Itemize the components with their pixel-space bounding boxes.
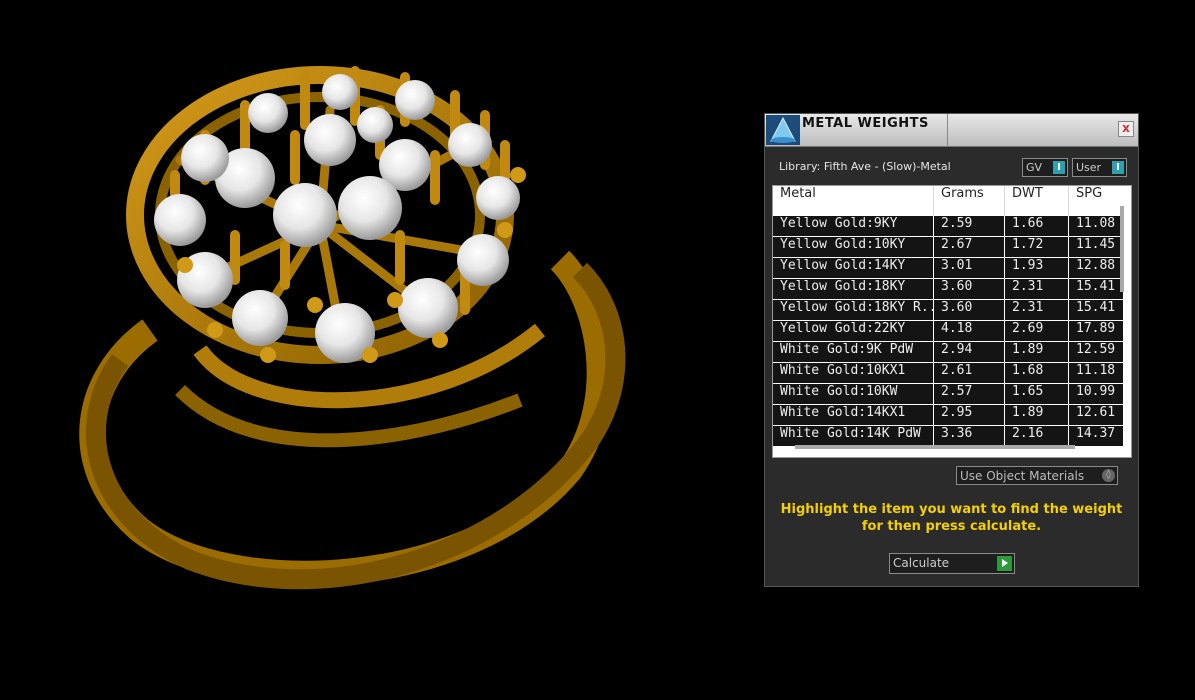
cell-spg: 12.61 — [1069, 405, 1124, 425]
user-toggle-label: User — [1076, 161, 1102, 174]
cell-grams: 2.57 — [934, 384, 1005, 404]
cell-metal: White Gold:10KX1 — [773, 363, 934, 383]
table-row[interactable]: White Gold:14K PdW 3.36 2.16 14.37 — [773, 426, 1124, 447]
cell-grams: 4.18 — [934, 321, 1005, 341]
calculate-button[interactable]: Calculate — [889, 553, 1015, 574]
calculate-label: Calculate — [893, 556, 950, 570]
cell-spg: 11.08 — [1069, 216, 1124, 236]
cell-grams: 2.59 — [934, 216, 1005, 236]
cell-dwt: 1.66 — [1005, 216, 1069, 236]
gv-toggle-label: GV — [1026, 161, 1043, 174]
play-arrow-icon — [997, 556, 1012, 571]
close-icon[interactable]: x — [1118, 121, 1134, 137]
column-header-grams[interactable]: Grams — [934, 186, 1005, 216]
cell-dwt: 1.72 — [1005, 237, 1069, 257]
gv-toggle[interactable]: GV I — [1022, 158, 1068, 177]
table-row[interactable]: Yellow Gold:22KY 4.18 2.69 17.89 — [773, 321, 1124, 342]
cell-spg: 15.41 — [1069, 279, 1124, 299]
cell-dwt: 2.31 — [1005, 300, 1069, 320]
table-header: Metal Grams DWT SPG — [773, 186, 1131, 216]
cell-metal: Yellow Gold:22KY — [773, 321, 934, 341]
metal-weights-dialog: METAL WEIGHTS x Library: Fifth Ave - (Sl… — [764, 113, 1139, 587]
table-row[interactable]: White Gold:10KX1 2.61 1.68 11.18 — [773, 363, 1124, 384]
table-row[interactable]: Yellow Gold:18KY 3.60 2.31 15.41 — [773, 279, 1124, 300]
cell-metal: Yellow Gold:14KY — [773, 258, 934, 278]
table-row[interactable]: White Gold:10KW 2.57 1.65 10.99 — [773, 384, 1124, 405]
vertical-scrollbar[interactable] — [1120, 206, 1124, 292]
cell-dwt: 1.89 — [1005, 342, 1069, 362]
cell-spg: 10.99 — [1069, 384, 1124, 404]
cell-spg: 11.45 — [1069, 237, 1124, 257]
cell-dwt: 1.93 — [1005, 258, 1069, 278]
cell-spg: 15.41 — [1069, 300, 1124, 320]
column-header-spg[interactable]: SPG — [1069, 186, 1119, 216]
table-row[interactable]: Yellow Gold:18KY R... 3.60 2.31 15.41 — [773, 300, 1124, 321]
cell-metal: White Gold:10KW — [773, 384, 934, 404]
table-rows: Yellow Gold:9KY 2.59 1.66 11.08 Yellow Gold:… — [773, 216, 1124, 447]
cell-grams: 2.95 — [934, 405, 1005, 425]
dialog-title: METAL WEIGHTS — [802, 116, 929, 131]
table-row[interactable]: Yellow Gold:10KY 2.67 1.72 11.45 — [773, 237, 1124, 258]
title-divider — [947, 114, 948, 146]
cell-spg: 17.89 — [1069, 321, 1124, 341]
cell-metal: White Gold:9K PdW — [773, 342, 934, 362]
ring-3d-viewport[interactable] — [0, 0, 760, 700]
user-toggle-knob: I — [1112, 161, 1124, 174]
cell-spg: 11.18 — [1069, 363, 1124, 383]
table-row[interactable]: Yellow Gold:9KY 2.59 1.66 11.08 — [773, 216, 1124, 237]
cell-grams: 2.61 — [934, 363, 1005, 383]
cell-grams: 3.01 — [934, 258, 1005, 278]
instruction-line-2: for then press calculate. — [861, 519, 1042, 534]
instruction-line-1: Highlight the item you want to find the … — [780, 502, 1123, 517]
cell-grams: 3.60 — [934, 300, 1005, 320]
cell-metal: White Gold:14K PdW — [773, 426, 934, 446]
app-logo-icon — [766, 115, 800, 145]
cell-dwt: 1.65 — [1005, 384, 1069, 404]
cell-metal: Yellow Gold:9KY — [773, 216, 934, 236]
cell-grams: 3.60 — [934, 279, 1005, 299]
cell-dwt: 2.16 — [1005, 426, 1069, 446]
use-object-materials-dropdown[interactable]: Use Object Materials ◊ — [956, 466, 1118, 485]
cell-metal: Yellow Gold:18KY R... — [773, 300, 934, 320]
cell-spg: 12.59 — [1069, 342, 1124, 362]
materials-select-label: Use Object Materials — [960, 469, 1085, 483]
cell-metal: White Gold:14KX1 — [773, 405, 934, 425]
cell-grams: 2.67 — [934, 237, 1005, 257]
table-row[interactable]: Yellow Gold:14KY 3.01 1.93 12.88 — [773, 258, 1124, 279]
cell-spg: 14.37 — [1069, 426, 1124, 446]
cell-dwt: 2.31 — [1005, 279, 1069, 299]
column-header-dwt[interactable]: DWT — [1005, 186, 1069, 216]
library-label: Library: Fifth Ave - (Slow)-Metal — [779, 160, 951, 173]
cell-dwt: 2.69 — [1005, 321, 1069, 341]
cell-dwt: 1.68 — [1005, 363, 1069, 383]
dropdown-icon: ◊ — [1102, 469, 1115, 482]
table-row[interactable]: White Gold:9K PdW 2.94 1.89 12.59 — [773, 342, 1124, 363]
cell-dwt: 1.89 — [1005, 405, 1069, 425]
table-row[interactable]: White Gold:14KX1 2.95 1.89 12.61 — [773, 405, 1124, 426]
cell-grams: 2.94 — [934, 342, 1005, 362]
metal-table[interactable]: Metal Grams DWT SPG Yellow Gold:9KY 2.59 1… — [772, 185, 1132, 458]
user-toggle[interactable]: User I — [1072, 158, 1127, 177]
gv-toggle-knob: I — [1053, 161, 1065, 174]
ring-model — [79, 66, 626, 590]
dialog-titlebar[interactable]: METAL WEIGHTS x — [765, 114, 1138, 147]
cell-metal: Yellow Gold:10KY — [773, 237, 934, 257]
column-header-metal[interactable]: Metal — [773, 186, 934, 216]
cell-spg: 12.88 — [1069, 258, 1124, 278]
horizontal-scrollbar[interactable] — [795, 445, 1075, 449]
cell-grams: 3.36 — [934, 426, 1005, 446]
cell-metal: Yellow Gold:18KY — [773, 279, 934, 299]
